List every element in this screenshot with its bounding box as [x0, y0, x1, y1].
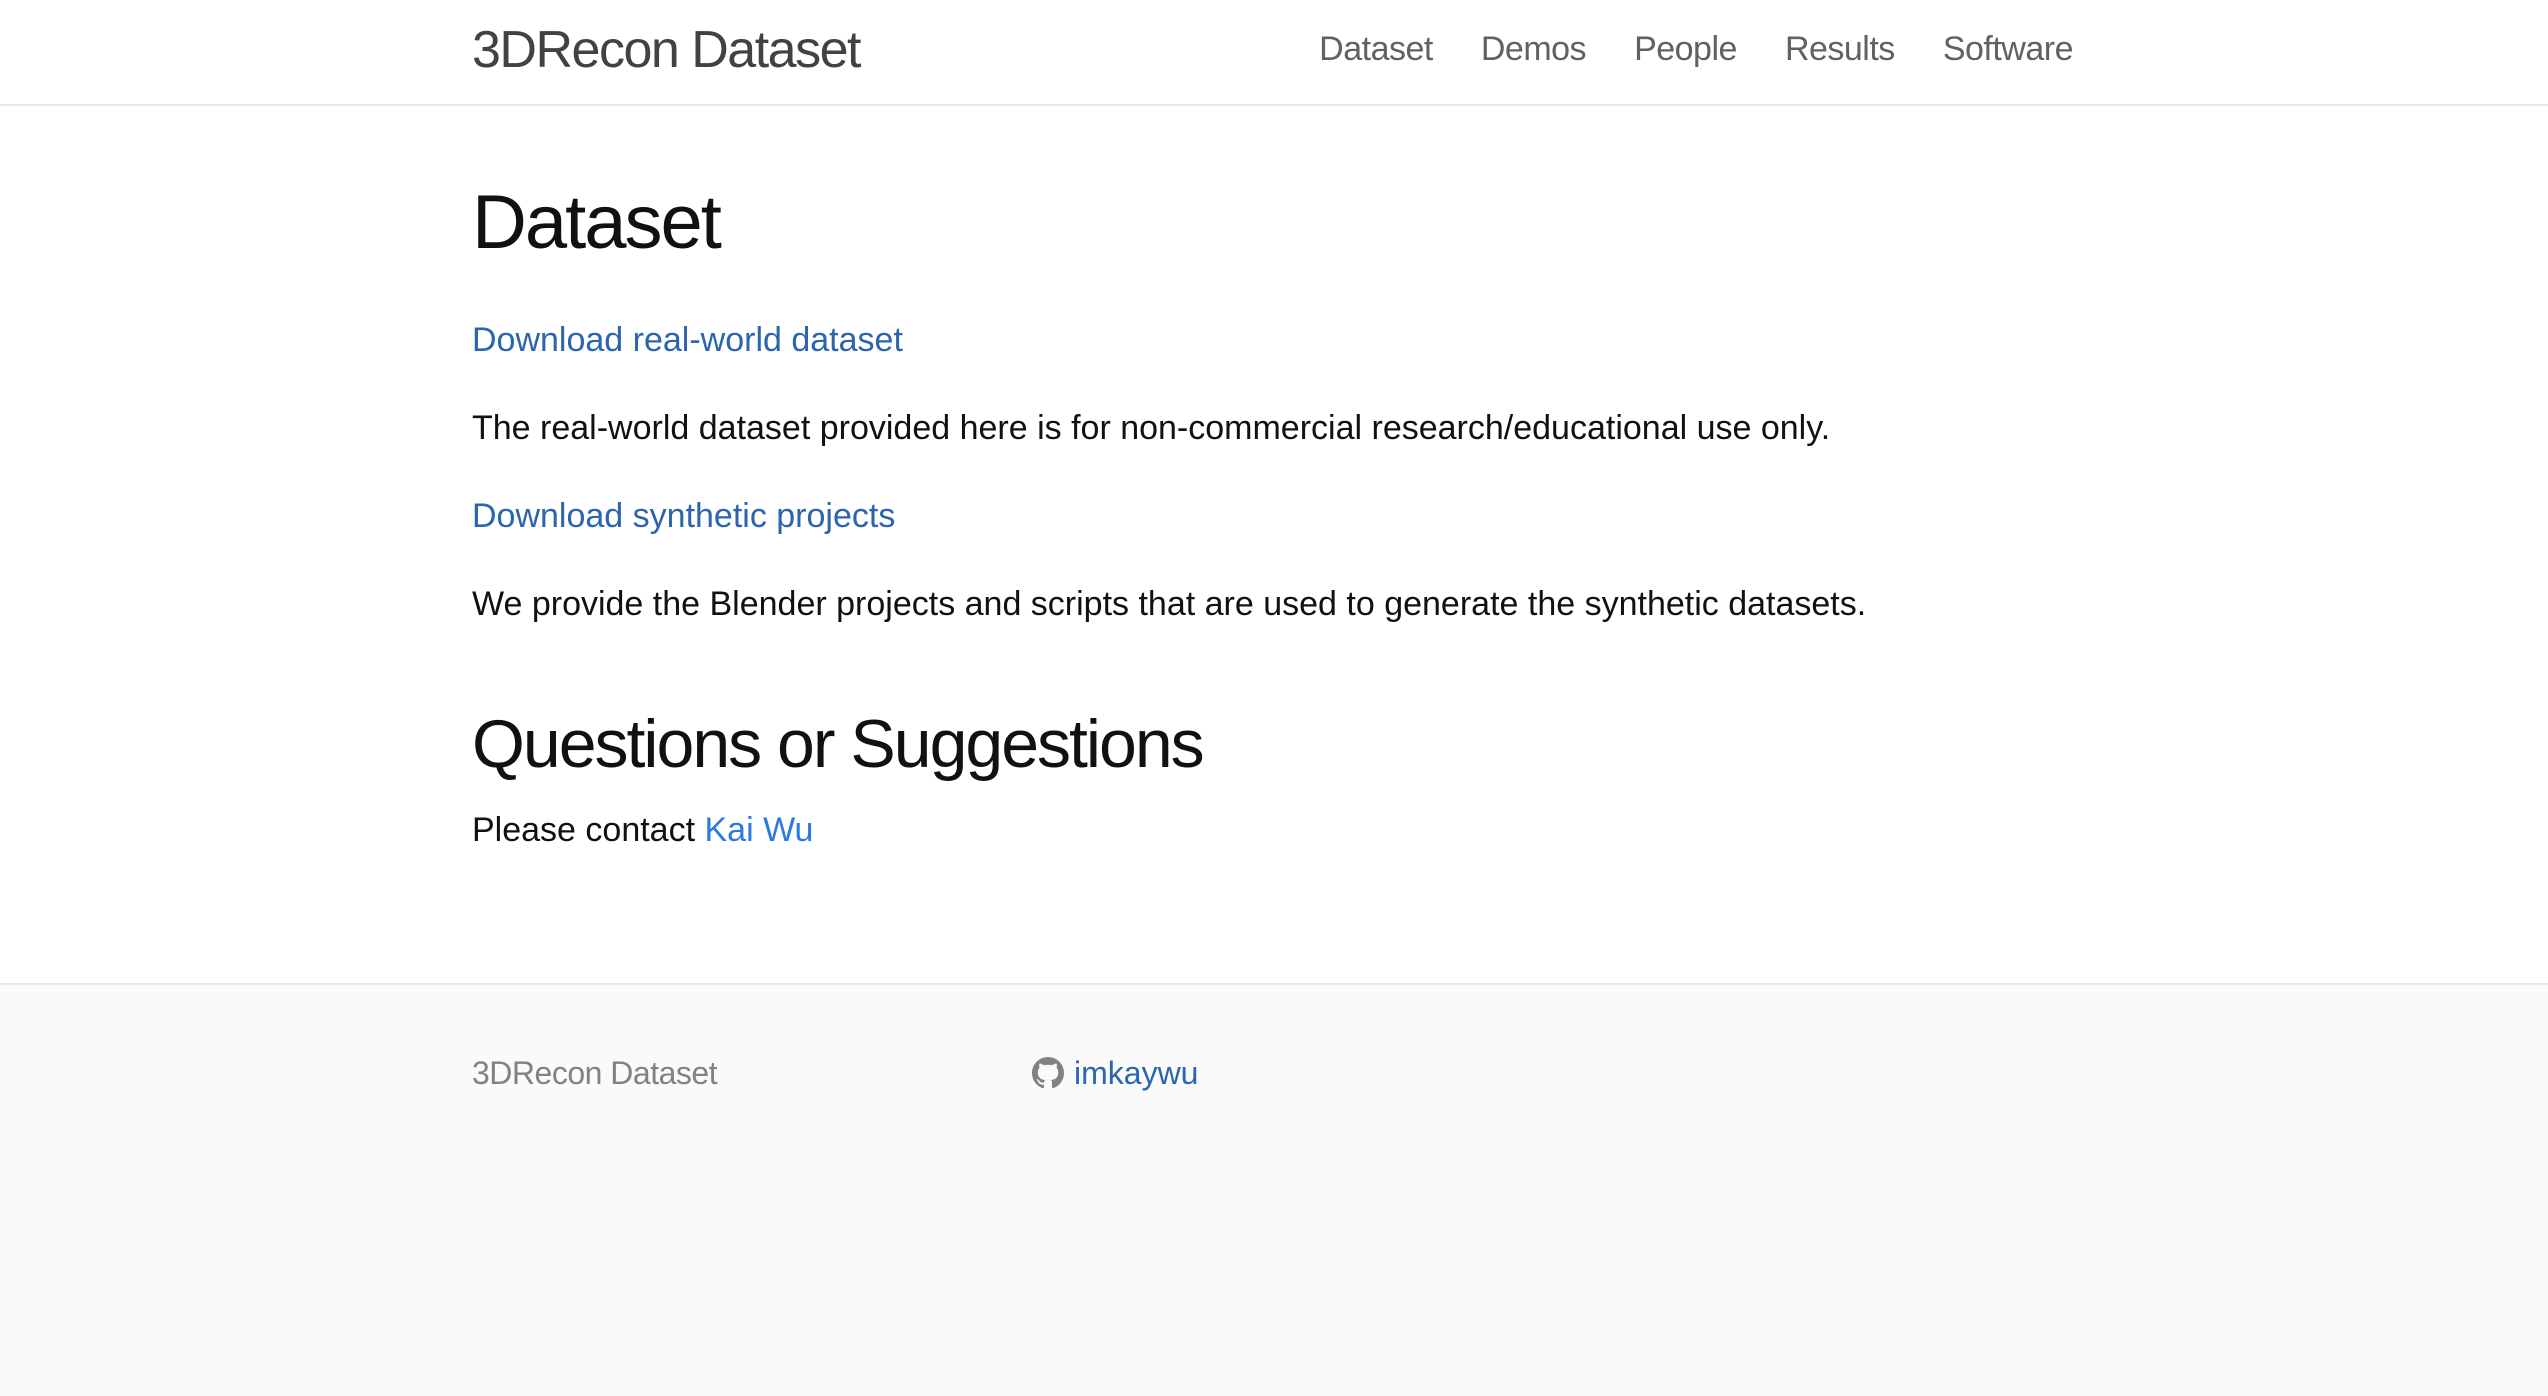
contact-kai-wu-link[interactable]: Kai Wu — [704, 811, 813, 849]
site-footer: 3DRecon Dataset imkaywu — [0, 983, 2548, 1396]
footer-github-link[interactable]: imkaywu — [1032, 1053, 1198, 1093]
contact-paragraph: Please contact Kai Wu — [472, 808, 813, 852]
synthetic-description: We provide the Blender projects and scri… — [472, 585, 1867, 623]
nav-link-demos[interactable]: Demos — [1481, 27, 1587, 71]
download-synthetic-link[interactable]: Download synthetic projects — [472, 494, 895, 538]
nav-link-results[interactable]: Results — [1785, 27, 1895, 71]
main-content: Dataset Download real-world dataset The … — [0, 106, 2548, 983]
nav-link-people[interactable]: People — [1634, 27, 1737, 71]
download-realworld-link[interactable]: Download real-world dataset — [472, 318, 903, 362]
github-username: imkaywu — [1074, 1055, 1199, 1091]
site-header: 3DRecon Dataset Dataset Demos People Res… — [0, 0, 2548, 106]
site-title-link[interactable]: 3DRecon Dataset — [472, 20, 861, 80]
questions-heading: Questions or Suggestions — [472, 706, 1205, 782]
footer-site-title: 3DRecon Dataset — [472, 1055, 718, 1091]
nav-link-software[interactable]: Software — [1943, 27, 2074, 71]
realworld-usage-note: The real-world dataset provided here is … — [472, 409, 1831, 447]
site-nav: Dataset Demos People Results Software — [1319, 27, 2073, 71]
page-title: Dataset — [472, 180, 722, 265]
contact-prefix: Please contact — [472, 811, 705, 849]
github-icon — [1032, 1057, 1064, 1089]
nav-link-dataset[interactable]: Dataset — [1319, 27, 1433, 71]
